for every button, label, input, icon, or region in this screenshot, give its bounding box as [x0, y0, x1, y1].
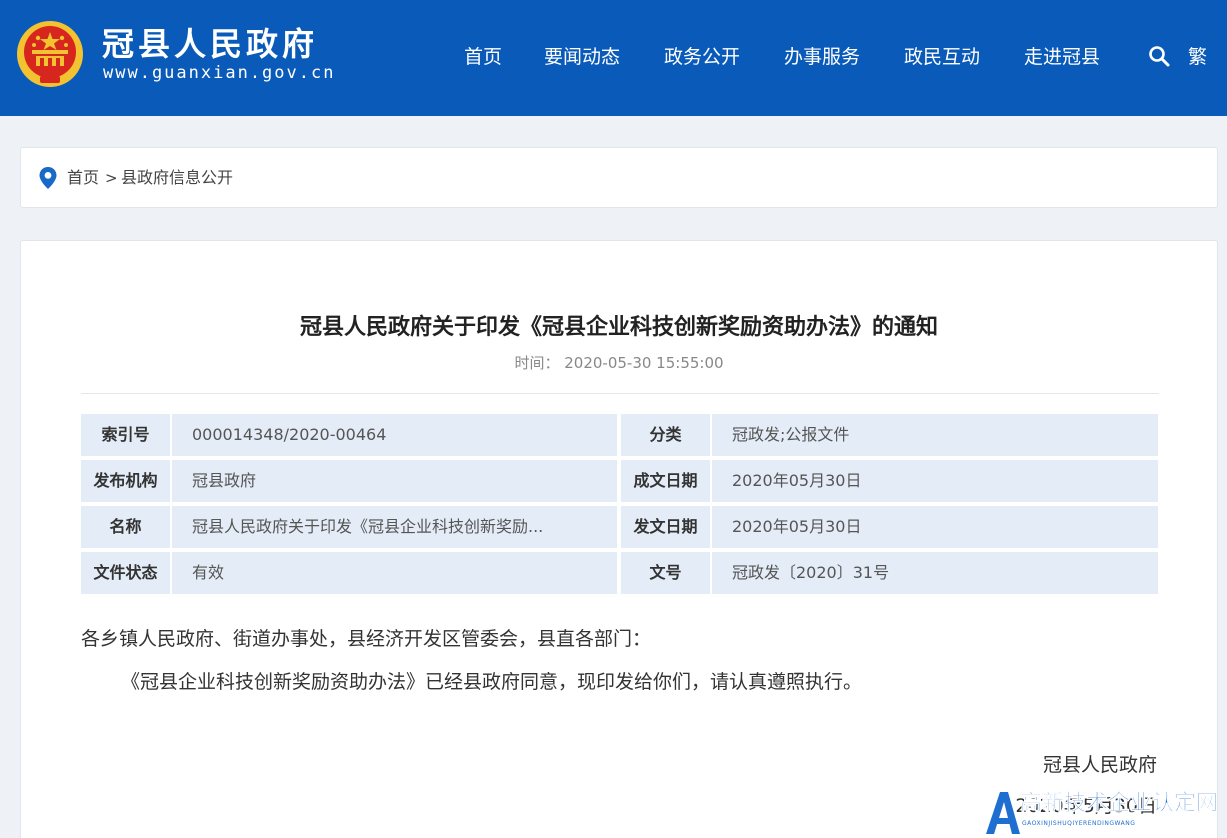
- nav-gov-info[interactable]: 政务公开: [664, 44, 740, 70]
- info-label-category: 分类: [621, 414, 710, 456]
- info-label-publisher: 发布机构: [81, 460, 170, 502]
- breadcrumb: 首页 > 县政府信息公开: [20, 147, 1218, 208]
- traditional-chinese-toggle[interactable]: 繁: [1188, 44, 1207, 70]
- site-header: 冠县人民政府 www.guanxian.gov.cn 首页 要闻动态 政务公开 …: [0, 0, 1227, 116]
- nav-home[interactable]: 首页: [464, 44, 502, 70]
- article-time: 时间： 2020-05-30 15:55:00: [21, 353, 1217, 373]
- title-divider: [81, 393, 1159, 394]
- time-value: 2020-05-30 15:55:00: [564, 354, 724, 372]
- time-label: 时间：: [514, 354, 560, 372]
- info-value-status: 有效: [172, 552, 617, 594]
- info-value-name: 冠县人民政府关于印发《冠县企业科技创新奖励...: [172, 506, 617, 548]
- nav-services[interactable]: 办事服务: [784, 44, 860, 70]
- site-title[interactable]: 冠县人民政府: [102, 24, 318, 64]
- info-value-issue-date: 2020年05月30日: [712, 506, 1158, 548]
- article-salutation: 各乡镇人民政府、街道办事处，县经济开发区管委会，县直各部门：: [81, 628, 652, 650]
- info-label-doc-number: 文号: [621, 552, 710, 594]
- info-label-index: 索引号: [81, 414, 170, 456]
- breadcrumb-separator: >: [105, 169, 118, 187]
- breadcrumb-home[interactable]: 首页: [67, 168, 99, 188]
- info-label-name: 名称: [81, 506, 170, 548]
- site-url: www.guanxian.gov.cn: [103, 63, 336, 83]
- article-container: 冠县人民政府关于印发《冠县企业科技创新奖励资助办法》的通知 时间： 2020-0…: [20, 240, 1218, 838]
- nav-about[interactable]: 走进冠县: [1024, 44, 1100, 70]
- info-value-doc-number: 冠政发〔2020〕31号: [712, 552, 1158, 594]
- info-value-written-date: 2020年05月30日: [712, 460, 1158, 502]
- national-emblem-icon[interactable]: [16, 20, 84, 88]
- info-label-status: 文件状态: [81, 552, 170, 594]
- article-signature: 冠县人民政府: [1042, 754, 1157, 776]
- watermark-title: 高新技术企业认定网: [1020, 791, 1219, 817]
- info-label-written-date: 成文日期: [621, 460, 710, 502]
- watermark: 高新技术企业认定网 GAOXINJISHUQIYERENDINGWANG: [982, 788, 1227, 838]
- info-value-publisher: 冠县政府: [172, 460, 617, 502]
- watermark-logo-icon: [986, 792, 1020, 834]
- info-label-issue-date: 发文日期: [621, 506, 710, 548]
- watermark-subtitle: GAOXINJISHUQIYERENDINGWANG: [1022, 820, 1136, 827]
- article-title: 冠县人民政府关于印发《冠县企业科技创新奖励资助办法》的通知: [299, 315, 938, 340]
- nav-news[interactable]: 要闻动态: [544, 44, 620, 70]
- breadcrumb-gov-info[interactable]: 县政府信息公开: [121, 168, 233, 188]
- article-body: 《冠县企业科技创新奖励资助办法》已经县政府同意，现印发给你们，请认真遵照执行。: [121, 671, 863, 693]
- info-value-index: 000014348/2020-00464: [172, 414, 617, 456]
- info-value-category: 冠政发;公报文件: [712, 414, 1158, 456]
- search-icon[interactable]: [1148, 45, 1170, 67]
- location-pin-icon: [39, 167, 57, 189]
- nav-interaction[interactable]: 政民互动: [904, 44, 980, 70]
